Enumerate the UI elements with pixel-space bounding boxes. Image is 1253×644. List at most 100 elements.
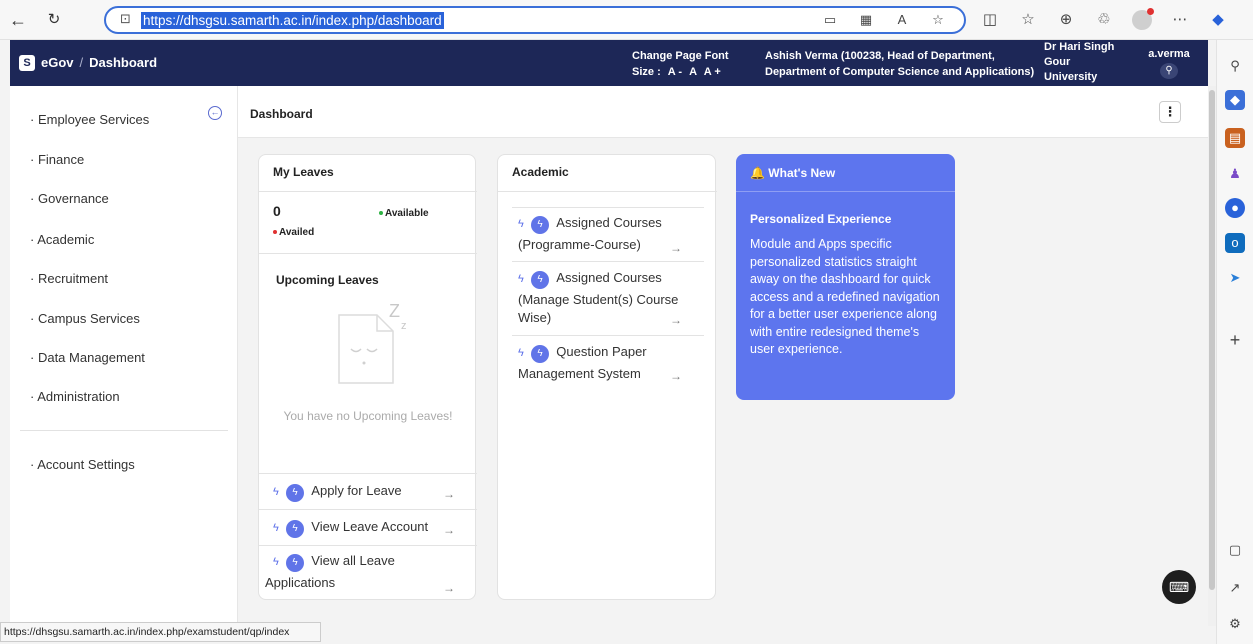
assigned-courses-manage-link[interactable]: ϟ ϟ Assigned Courses: [518, 268, 662, 289]
bolt-circle-icon: ϟ: [286, 520, 305, 538]
arrow-right-icon: →: [443, 487, 455, 501]
sidebar-item-employee-services[interactable]: · Employee Services: [30, 112, 149, 127]
tag-icon[interactable]: ◆: [1225, 90, 1245, 110]
available-legend: Available: [379, 208, 429, 219]
arrow-right-icon: →: [443, 581, 455, 595]
extensions-icon[interactable]: ♲: [1094, 10, 1114, 30]
user-menu[interactable]: a.verma ⚲: [1144, 48, 1194, 79]
svg-text:Z: Z: [389, 301, 400, 321]
bolt-circle-icon: ϟ: [286, 484, 305, 502]
refresh-icon[interactable]: ↻: [44, 10, 64, 30]
address-bar[interactable]: ⊡ https://dhsgsu.samarth.ac.in/index.php…: [104, 6, 966, 34]
samarth-logo[interactable]: S: [19, 55, 35, 71]
page-title: Dashboard: [250, 107, 313, 121]
view-all-leave-applications-link[interactable]: ϟ ϟ View all Leave: [273, 551, 395, 572]
font-size-control: Change Page Font Size : A - A A +: [632, 48, 729, 80]
font-size-label: Size :: [632, 66, 661, 78]
assigned-courses-programme-line2[interactable]: (Programme-Course): [518, 235, 641, 254]
bolt-circle-icon: ϟ: [531, 271, 550, 289]
edge-sidebar: ⚲ ◆ ▤ ♟ ● o ➤ + ▢ ↗ ⚙: [1216, 40, 1253, 644]
bolt-circle-icon: ϟ: [286, 554, 305, 572]
svg-text:z: z: [401, 320, 407, 332]
availed-legend: Availed: [273, 227, 314, 238]
question-paper-line2[interactable]: Management System: [518, 364, 641, 383]
profile-avatar[interactable]: [1132, 8, 1154, 30]
favorites-icon[interactable]: ☆: [1018, 10, 1038, 30]
upcoming-leaves-title: Upcoming Leaves: [276, 273, 379, 287]
link-status-bar: https://dhsgsu.samarth.ac.in/index.php/e…: [0, 622, 321, 642]
sidebar-item-governance[interactable]: · Governance: [30, 191, 109, 206]
back-icon[interactable]: ←: [8, 10, 28, 30]
user-icon[interactable]: ⚲: [1160, 63, 1178, 79]
academic-title: Academic: [512, 165, 569, 179]
collapse-sidebar-icon[interactable]: ←: [208, 106, 222, 120]
send-icon[interactable]: ➤: [1225, 268, 1245, 288]
search-icon[interactable]: ⚲: [1225, 56, 1245, 76]
no-upcoming-leaves-message: You have no Upcoming Leaves!: [283, 409, 453, 423]
whats-new-card: 🔔 What's New Personalized Experience Mod…: [736, 154, 955, 400]
sidebar-divider: [20, 430, 228, 431]
apply-for-leave-link[interactable]: ϟ ϟ Apply for Leave: [273, 481, 402, 502]
assigned-courses-manage-line2[interactable]: (Manage Student(s) Course: [518, 290, 678, 309]
sidebar-item-finance[interactable]: · Finance: [30, 152, 84, 167]
sidebar: ← · Employee Services · Finance · Govern…: [10, 86, 238, 626]
sidebar-toggle-icon[interactable]: ▢: [1225, 540, 1245, 560]
more-icon[interactable]: ⋯: [1170, 10, 1190, 30]
font-increase-button[interactable]: A +: [704, 66, 721, 78]
app-header: S eGov / Dashboard Change Page Font Size :…: [10, 40, 1208, 86]
sleeping-document-icon: Z z: [338, 301, 407, 384]
collections-icon[interactable]: ⊕: [1056, 10, 1076, 30]
bolt-icon: ϟ: [273, 486, 279, 498]
open-external-icon[interactable]: ↗: [1225, 578, 1245, 598]
whats-new-body: Module and Apps specific personalized st…: [750, 237, 940, 356]
user-role-info[interactable]: Ashish Verma (100238, Head of Department…: [765, 48, 1034, 80]
sidebar-item-account-settings[interactable]: · Account Settings: [30, 457, 135, 472]
url-text[interactable]: https://dhsgsu.samarth.ac.in/index.php/d…: [141, 12, 444, 29]
toolbox-icon[interactable]: ▤: [1225, 128, 1245, 148]
view-leave-account-link[interactable]: ϟ ϟ View Leave Account: [273, 517, 428, 538]
copilot-icon[interactable]: ◆: [1208, 10, 1228, 30]
arrow-right-icon: →: [670, 313, 682, 327]
bell-icon: 🔔: [750, 166, 765, 180]
grid-icon[interactable]: ▦: [858, 12, 874, 28]
bolt-icon: ϟ: [518, 218, 524, 230]
copilot-app-icon[interactable]: ●: [1225, 198, 1245, 218]
add-icon[interactable]: +: [1225, 330, 1245, 350]
arrow-right-icon: →: [670, 241, 682, 255]
font-label: Change Page Font: [632, 50, 729, 62]
favorite-star-icon[interactable]: ☆: [930, 12, 946, 28]
keyboard-icon[interactable]: ⌨: [1162, 570, 1196, 604]
page-scrollbar-thumb[interactable]: [1209, 90, 1215, 590]
sidebar-item-recruitment[interactable]: · Recruitment: [30, 271, 108, 286]
outlook-icon[interactable]: o: [1225, 233, 1245, 253]
font-decrease-button[interactable]: A -: [668, 66, 682, 78]
university-name: Dr Hari Singh Gour University: [1044, 41, 1115, 83]
read-aloud-icon[interactable]: A: [894, 12, 910, 28]
sidebar-item-administration[interactable]: · Administration: [30, 389, 120, 404]
leave-count: 0: [273, 203, 281, 219]
user-role-line2: Department of Computer Science and Appli…: [765, 66, 1035, 78]
people-icon[interactable]: ♟: [1225, 164, 1245, 184]
browser-toolbar: ← ↻ ⊡ https://dhsgsu.samarth.ac.in/index…: [0, 0, 1253, 40]
username: a.verma: [1148, 48, 1190, 60]
my-leaves-card: My Leaves 0 Available Availed Upcoming L…: [258, 154, 477, 600]
main-content: Dashboard ⋮ My Leaves 0 Available Availe…: [238, 86, 1208, 626]
assigned-courses-manage-line3[interactable]: Wise): [518, 308, 551, 327]
settings-gear-icon[interactable]: ⚙: [1225, 614, 1245, 634]
lock-icon: ⊡: [120, 11, 131, 26]
sidebar-item-data-management[interactable]: · Data Management: [30, 350, 145, 365]
sidebar-item-academic[interactable]: · Academic: [30, 232, 94, 247]
brand-name[interactable]: eGov: [41, 55, 74, 70]
font-reset-button[interactable]: A: [689, 66, 697, 78]
whats-new-header: 🔔 What's New: [750, 166, 836, 180]
assigned-courses-programme-link[interactable]: ϟ ϟ Assigned Courses: [518, 213, 662, 234]
view-all-leave-applications-line2[interactable]: Applications: [265, 573, 335, 592]
sidebar-item-campus-services[interactable]: · Campus Services: [30, 311, 140, 326]
question-paper-link[interactable]: ϟ ϟ Question Paper: [518, 342, 647, 363]
bolt-circle-icon: ϟ: [531, 345, 550, 363]
split-screen-icon[interactable]: ◫: [980, 10, 1000, 30]
app-available-icon[interactable]: ▭: [822, 12, 838, 28]
bolt-icon: ϟ: [273, 522, 279, 534]
more-options-button[interactable]: ⋮: [1159, 101, 1181, 123]
academic-card: Academic ϟ ϟ Assigned Courses (Programme…: [497, 154, 717, 600]
